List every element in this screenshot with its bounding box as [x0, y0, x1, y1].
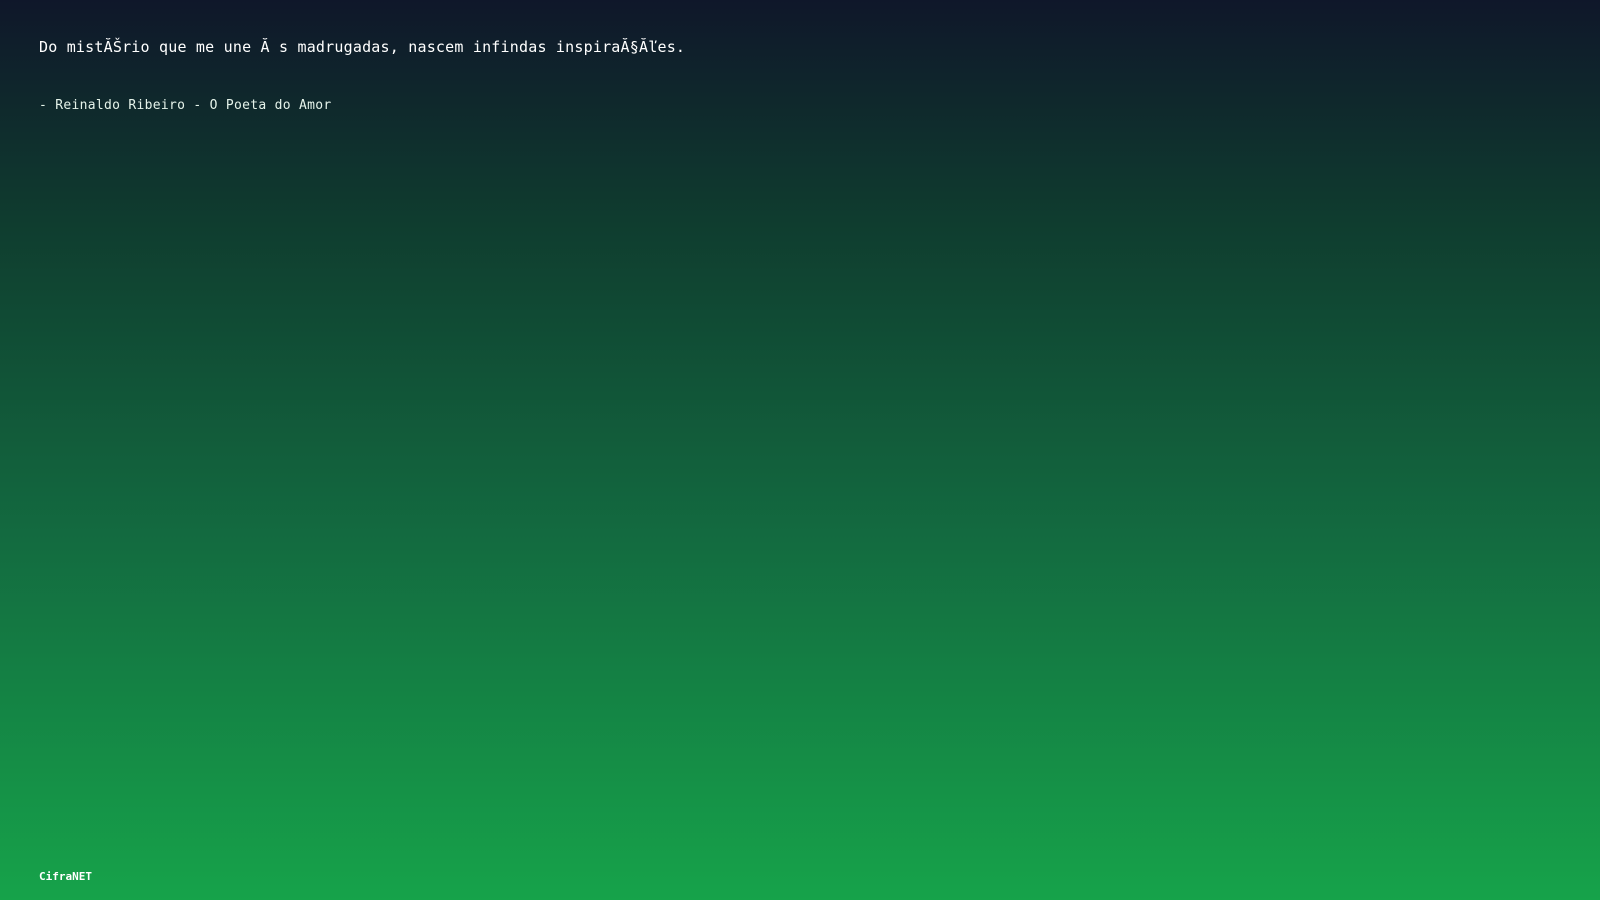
quote-attribution: - Reinaldo Ribeiro - O Poeta do Amor — [39, 98, 332, 113]
brand-label: CifraNET — [39, 870, 92, 883]
quote-text: Do mistĂŠrio que me une Ă s madrugadas, … — [39, 38, 686, 56]
